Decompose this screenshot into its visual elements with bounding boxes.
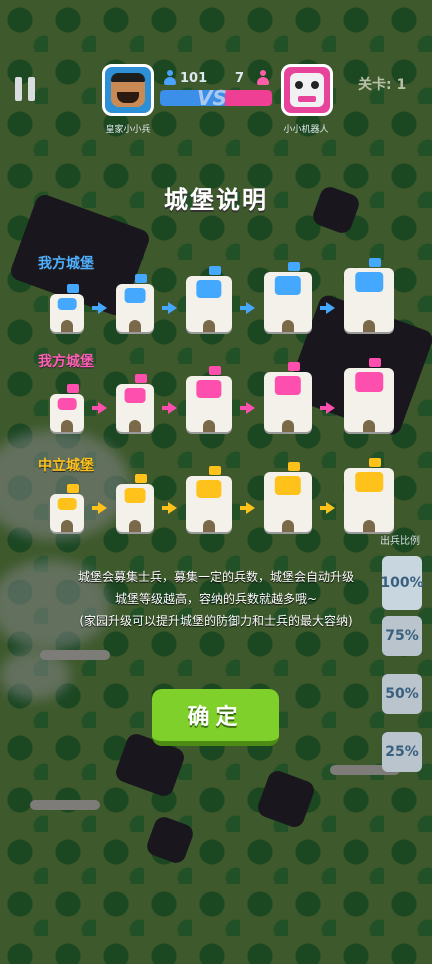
description-line-1: 城堡会募集士兵，募集一定的兵数，城堡会自动升级 <box>77 570 354 584</box>
soldier-face-icon <box>111 73 145 107</box>
castle-level-4-icon <box>264 462 312 532</box>
castle-level-4-icon <box>264 362 312 432</box>
castle-level-3-icon <box>186 366 232 432</box>
upgrade-arrow-icon <box>326 302 335 314</box>
player-troops-icon <box>164 70 176 85</box>
upgrade-arrow-icon <box>326 402 335 414</box>
troop-ratio-title: 出兵比例 <box>380 536 420 547</box>
ratio-option-50[interactable]: 50% <box>382 674 422 714</box>
upgrade-arrow-icon <box>168 502 177 514</box>
ratio-option-25[interactable]: 25% <box>382 732 422 772</box>
level-indicator: 关卡: 1 <box>358 77 407 93</box>
dialog-title: 城堡说明 <box>164 186 268 214</box>
description-line-3: (家园升级可以提升城堡的防御力和士兵的最大容纳) <box>79 614 353 628</box>
castle-row-own-pink <box>50 358 394 432</box>
castle-level-3-icon <box>186 266 232 332</box>
confirm-button[interactable]: 确定 <box>152 689 279 746</box>
upgrade-arrow-icon <box>246 402 255 414</box>
castle-level-3-icon <box>186 466 232 532</box>
upgrade-arrow-icon <box>98 302 107 314</box>
upgrade-arrow-icon <box>98 402 107 414</box>
upgrade-arrow-icon <box>168 302 177 314</box>
upgrade-arrow-icon <box>246 302 255 314</box>
castle-level-5-icon <box>344 458 394 532</box>
castle-level-1-icon <box>50 384 84 432</box>
upgrade-arrow-icon <box>98 502 107 514</box>
castle-level-5-icon <box>344 258 394 332</box>
castle-level-1-icon <box>50 284 84 332</box>
castle-level-2-icon <box>116 474 154 532</box>
upgrade-arrow-icon <box>168 402 177 414</box>
game-screen: 皇家小小兵 101 7 VS 小小机器人 关卡: 1 出兵比例 100% 75%… <box>0 0 432 964</box>
description-line-2: 城堡等级越高，容纳的兵数就越多哦~ <box>114 592 318 606</box>
player-troop-count: 101 <box>180 71 208 86</box>
player-avatar <box>102 64 154 116</box>
castle-level-5-icon <box>344 358 394 432</box>
pause-icon <box>15 77 22 101</box>
enemy-troops-icon <box>257 70 269 85</box>
upgrade-arrow-icon <box>246 502 255 514</box>
vs-label: VS <box>197 86 227 110</box>
player-name: 皇家小小兵 <box>105 125 151 135</box>
robot-face-icon <box>290 73 324 107</box>
enemy-troop-count: 7 <box>235 71 245 86</box>
castle-level-4-icon <box>264 262 312 332</box>
castle-level-2-icon <box>116 274 154 332</box>
castle-level-2-icon <box>116 374 154 432</box>
pause-button[interactable] <box>12 74 38 104</box>
enemy-share-fill <box>224 90 272 106</box>
castle-row-neutral <box>50 458 394 532</box>
enemy-name: 小小机器人 <box>283 125 329 135</box>
enemy-avatar <box>281 64 333 116</box>
upgrade-arrow-icon <box>326 502 335 514</box>
castle-row-own-blue <box>50 258 394 332</box>
castle-level-1-icon <box>50 484 84 532</box>
